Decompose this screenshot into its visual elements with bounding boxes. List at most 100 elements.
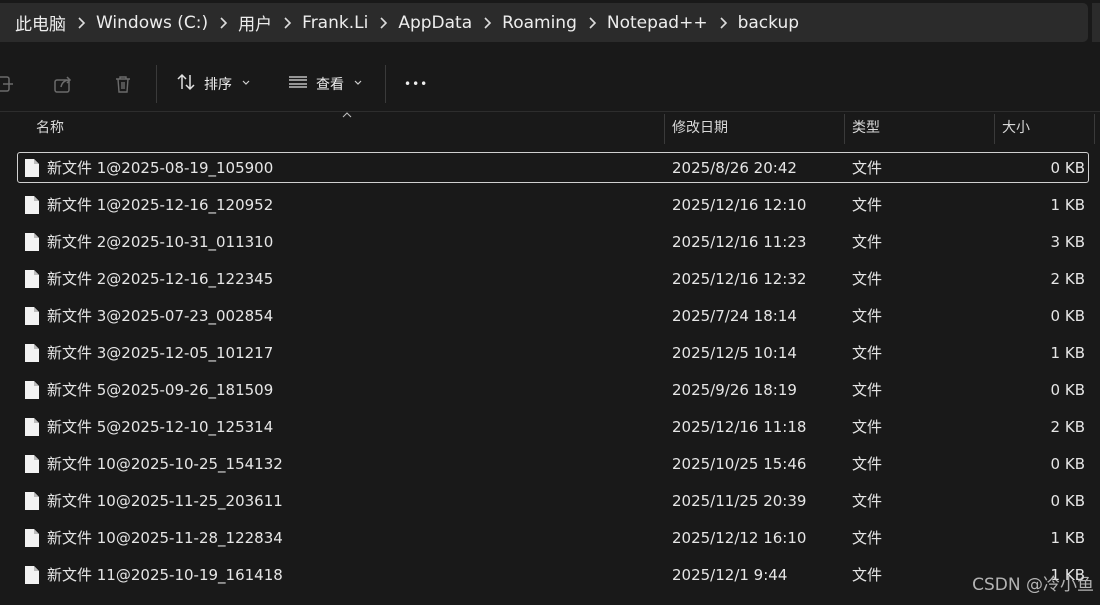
file-icon [25, 307, 39, 325]
file-icon [25, 381, 39, 399]
breadcrumb-roaming[interactable]: Roaming [502, 13, 577, 33]
file-name: 新文件 11@2025-10-19_161418 [47, 566, 283, 584]
command-bar: 排序 查看 ••• [0, 56, 1100, 112]
file-icon [25, 233, 39, 251]
chevron-right-icon[interactable] [472, 16, 502, 29]
file-modified: 2025/12/16 12:32 [672, 270, 807, 288]
delete-icon[interactable] [112, 73, 134, 95]
column-resize-handle[interactable] [1094, 114, 1095, 144]
share-icon[interactable] [52, 73, 74, 95]
column-header-modified[interactable]: 修改日期 [664, 112, 844, 144]
file-row[interactable]: 新文件 1@2025-12-16_120952 2025/12/16 12:10… [0, 187, 1100, 224]
file-size: 3 KB [1050, 233, 1085, 251]
column-header-type[interactable]: 类型 [844, 112, 994, 144]
toolbar-divider [156, 65, 157, 103]
chevron-right-icon[interactable] [272, 16, 302, 29]
file-name: 新文件 3@2025-07-23_002854 [47, 307, 274, 325]
file-name: 新文件 1@2025-12-16_120952 [47, 196, 274, 214]
file-name: 新文件 2@2025-10-31_011310 [47, 233, 274, 251]
file-row[interactable]: 新文件 10@2025-10-25_154132 2025/10/25 15:4… [0, 446, 1100, 483]
file-list: 新文件 1@2025-08-19_105900 2025/8/26 20:42 … [0, 150, 1100, 594]
more-options-button[interactable]: ••• [404, 68, 428, 100]
file-size: 0 KB [1050, 455, 1085, 473]
file-type: 文件 [852, 270, 883, 288]
toolbar-divider [385, 65, 386, 103]
file-row[interactable]: 新文件 2@2025-12-16_122345 2025/12/16 12:32… [0, 261, 1100, 298]
file-type: 文件 [852, 159, 883, 177]
file-size: 0 KB [1050, 307, 1085, 325]
view-list-icon [288, 72, 308, 96]
file-type: 文件 [852, 196, 883, 214]
file-type: 文件 [852, 566, 883, 584]
sort-button[interactable]: 排序 [176, 68, 250, 100]
view-label: 查看 [316, 77, 344, 93]
file-row[interactable]: 新文件 5@2025-09-26_181509 2025/9/26 18:19 … [0, 372, 1100, 409]
file-type: 文件 [852, 307, 883, 325]
file-modified: 2025/12/16 11:18 [672, 418, 807, 436]
chevron-down-icon [242, 79, 250, 89]
breadcrumb-this-pc[interactable]: 此电脑 [15, 10, 66, 35]
column-header-row: 名称 修改日期 类型 大小 [0, 112, 1100, 144]
file-type: 文件 [852, 344, 883, 362]
breadcrumb-appdata[interactable]: AppData [398, 13, 472, 33]
file-row[interactable]: 新文件 10@2025-11-28_122834 2025/12/12 16:1… [0, 520, 1100, 557]
file-size: 0 KB [1050, 492, 1085, 510]
file-type: 文件 [852, 529, 883, 547]
file-icon [25, 196, 39, 214]
file-modified: 2025/10/25 15:46 [672, 455, 807, 473]
file-row[interactable]: 新文件 3@2025-12-05_101217 2025/12/5 10:14 … [0, 335, 1100, 372]
breadcrumb-notepadpp[interactable]: Notepad++ [607, 13, 708, 33]
file-size: 1 KB [1050, 529, 1085, 547]
address-bar[interactable]: 此电脑 Windows (C:) 用户 Frank.Li AppData Roa… [0, 3, 1088, 42]
column-header-size[interactable]: 大小 [994, 112, 1094, 144]
file-row[interactable]: 新文件 10@2025-11-25_203611 2025/11/25 20:3… [0, 483, 1100, 520]
more-icon: ••• [404, 77, 429, 91]
file-type: 文件 [852, 492, 883, 510]
file-size: 2 KB [1050, 270, 1085, 288]
file-name: 新文件 10@2025-10-25_154132 [47, 455, 283, 473]
breadcrumb-user-folder[interactable]: Frank.Li [302, 13, 368, 33]
share-link-icon[interactable] [0, 73, 16, 95]
chevron-right-icon[interactable] [708, 16, 738, 29]
file-type: 文件 [852, 418, 883, 436]
breadcrumb-users[interactable]: 用户 [238, 10, 272, 35]
file-name: 新文件 2@2025-12-16_122345 [47, 270, 274, 288]
file-size: 0 KB [1050, 381, 1085, 399]
chevron-right-icon[interactable] [66, 16, 96, 29]
file-name: 新文件 5@2025-12-10_125314 [47, 418, 274, 436]
file-modified: 2025/7/24 18:14 [672, 307, 797, 325]
file-name: 新文件 10@2025-11-25_203611 [47, 492, 283, 510]
file-type: 文件 [852, 233, 883, 251]
file-row[interactable]: 新文件 3@2025-07-23_002854 2025/7/24 18:14 … [0, 298, 1100, 335]
file-name: 新文件 3@2025-12-05_101217 [47, 344, 274, 362]
file-modified: 2025/8/26 20:42 [672, 159, 797, 177]
file-explorer-window: 此电脑 Windows (C:) 用户 Frank.Li AppData Roa… [0, 0, 1100, 605]
file-size: 1 KB [1050, 196, 1085, 214]
file-icon [25, 344, 39, 362]
file-size: 1 KB [1050, 344, 1085, 362]
file-icon [25, 492, 39, 510]
file-name: 新文件 1@2025-08-19_105900 [47, 159, 274, 177]
chevron-right-icon[interactable] [577, 16, 607, 29]
search-box-edge[interactable] [1092, 3, 1100, 42]
file-row[interactable]: 新文件 5@2025-12-10_125314 2025/12/16 11:18… [0, 409, 1100, 446]
view-button[interactable]: 查看 [288, 68, 362, 100]
file-size: 2 KB [1050, 418, 1085, 436]
file-row[interactable]: 新文件 1@2025-08-19_105900 2025/8/26 20:42 … [0, 150, 1100, 187]
chevron-right-icon[interactable] [368, 16, 398, 29]
file-modified: 2025/11/25 20:39 [672, 492, 807, 510]
breadcrumb-drive-c[interactable]: Windows (C:) [96, 13, 208, 33]
file-icon [25, 418, 39, 436]
file-icon [25, 529, 39, 547]
sort-label: 排序 [204, 77, 232, 93]
breadcrumb-backup[interactable]: backup [738, 13, 799, 33]
chevron-right-icon[interactable] [208, 16, 238, 29]
file-row[interactable]: 新文件 2@2025-10-31_011310 2025/12/16 11:23… [0, 224, 1100, 261]
file-icon [25, 455, 39, 473]
watermark: CSDN @冷小鱼 [972, 575, 1094, 595]
sort-icon [176, 72, 196, 96]
file-row[interactable]: 新文件 11@2025-10-19_161418 2025/12/1 9:44 … [0, 557, 1100, 594]
file-name: 新文件 5@2025-09-26_181509 [47, 381, 274, 399]
file-size: 0 KB [1050, 159, 1085, 177]
column-header-name[interactable]: 名称 [28, 112, 664, 144]
